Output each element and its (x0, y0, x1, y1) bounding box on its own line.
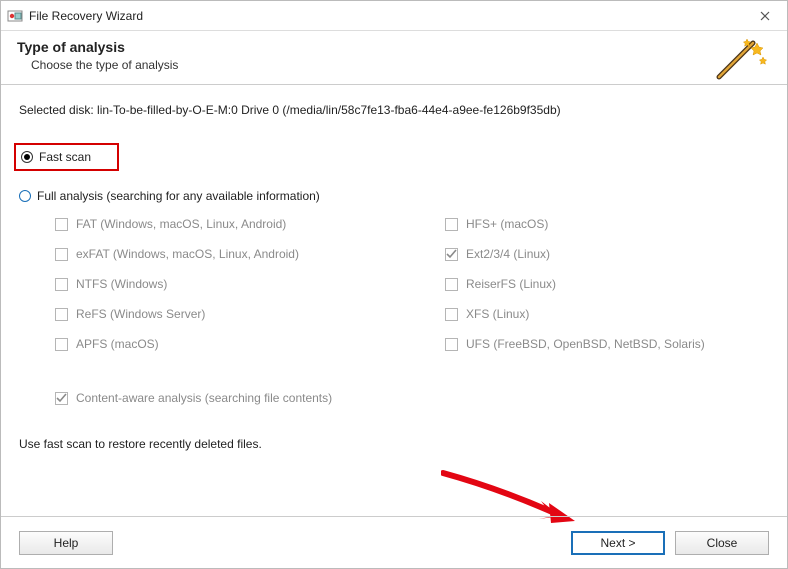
close-button[interactable]: Close (675, 531, 769, 555)
fs-ufs-checkbox: UFS (FreeBSD, OpenBSD, NetBSD, Solaris) (445, 337, 765, 351)
app-icon (7, 8, 23, 24)
fs-ufs-label: UFS (FreeBSD, OpenBSD, NetBSD, Solaris) (466, 337, 705, 351)
wizard-wand-icon (713, 37, 769, 81)
radio-dot-icon (21, 151, 33, 163)
full-analysis-label: Full analysis (searching for any availab… (37, 189, 320, 203)
full-analysis-radio[interactable]: Full analysis (searching for any availab… (19, 189, 769, 203)
fs-hfs-label: HFS+ (macOS) (466, 217, 548, 231)
fs-refs-label: ReFS (Windows Server) (76, 307, 205, 321)
next-button[interactable]: Next > (571, 531, 665, 555)
fs-ext-checkbox: Ext2/3/4 (Linux) (445, 247, 765, 261)
checkbox-icon (55, 248, 68, 261)
checkbox-icon (55, 218, 68, 231)
fs-ext-label: Ext2/3/4 (Linux) (466, 247, 550, 261)
wizard-header: Type of analysis Choose the type of anal… (1, 31, 787, 85)
fs-xfs-checkbox: XFS (Linux) (445, 307, 765, 321)
content-aware-checkbox: Content-aware analysis (searching file c… (55, 391, 769, 405)
filesystem-options: FAT (Windows, macOS, Linux, Android) HFS… (55, 217, 769, 351)
fs-apfs-label: APFS (macOS) (76, 337, 159, 351)
fs-fat-label: FAT (Windows, macOS, Linux, Android) (76, 217, 286, 231)
window-title: File Recovery Wizard (29, 9, 143, 23)
checkbox-icon (445, 338, 458, 351)
checkbox-checked-icon (55, 392, 68, 405)
radio-empty-icon (19, 190, 31, 202)
fs-reiser-label: ReiserFS (Linux) (466, 277, 556, 291)
fs-xfs-label: XFS (Linux) (466, 307, 529, 321)
checkbox-icon (55, 278, 68, 291)
fs-fat-checkbox: FAT (Windows, macOS, Linux, Android) (55, 217, 435, 231)
fast-scan-radio[interactable]: Fast scan (21, 150, 91, 164)
checkbox-icon (445, 278, 458, 291)
checkbox-icon (445, 218, 458, 231)
fast-scan-label: Fast scan (39, 150, 91, 164)
checkbox-checked-icon (445, 248, 458, 261)
fs-hfs-checkbox: HFS+ (macOS) (445, 217, 765, 231)
fs-reiser-checkbox: ReiserFS (Linux) (445, 277, 765, 291)
fs-ntfs-label: NTFS (Windows) (76, 277, 167, 291)
content-area: Selected disk: lin-To-be-filled-by-O-E-M… (1, 85, 787, 451)
close-icon[interactable] (742, 1, 787, 31)
fs-ntfs-checkbox: NTFS (Windows) (55, 277, 435, 291)
checkbox-icon (55, 308, 68, 321)
fs-exfat-checkbox: exFAT (Windows, macOS, Linux, Android) (55, 247, 435, 261)
fs-apfs-checkbox: APFS (macOS) (55, 337, 435, 351)
checkbox-icon (55, 338, 68, 351)
fast-scan-highlight: Fast scan (19, 143, 769, 189)
fs-exfat-label: exFAT (Windows, macOS, Linux, Android) (76, 247, 299, 261)
footer: Help Next > Close (1, 516, 787, 568)
titlebar: File Recovery Wizard (1, 1, 787, 31)
selected-disk-label: Selected disk: lin-To-be-filled-by-O-E-M… (19, 103, 769, 117)
fs-refs-checkbox: ReFS (Windows Server) (55, 307, 435, 321)
help-button[interactable]: Help (19, 531, 113, 555)
hint-text: Use fast scan to restore recently delete… (19, 437, 769, 451)
content-aware-label: Content-aware analysis (searching file c… (76, 391, 332, 405)
checkbox-icon (445, 308, 458, 321)
page-title: Type of analysis (17, 39, 771, 55)
page-subtitle: Choose the type of analysis (31, 58, 771, 72)
